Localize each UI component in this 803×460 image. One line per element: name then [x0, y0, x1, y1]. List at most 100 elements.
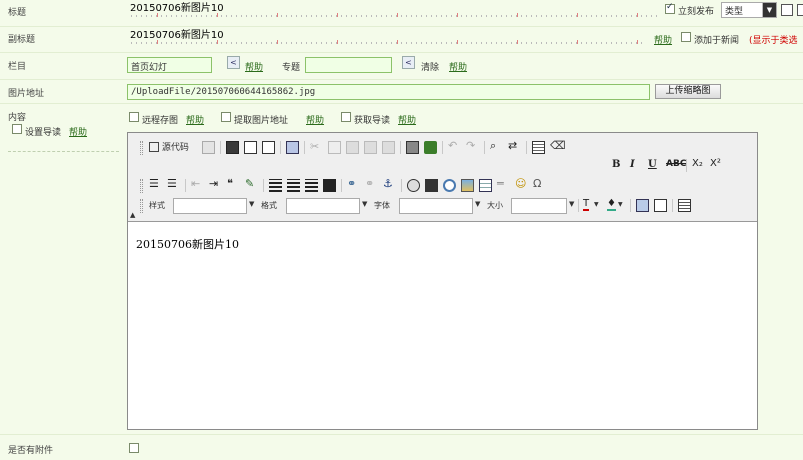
- smiley-icon[interactable]: ☺: [515, 177, 526, 190]
- column-row: 栏目 首页幻灯 < 帮助 专题 < 清除 帮助: [0, 53, 803, 80]
- div-container-icon[interactable]: ✎: [245, 177, 254, 190]
- toolbar-separator: [304, 141, 305, 154]
- column-help-link[interactable]: 帮助: [245, 60, 263, 73]
- templates-icon[interactable]: [286, 141, 299, 154]
- select-all-icon[interactable]: [532, 141, 545, 154]
- bold-icon[interactable]: B: [612, 159, 620, 170]
- strikethrough-icon[interactable]: ABC: [666, 159, 686, 169]
- attachment-checkbox[interactable]: [129, 443, 139, 453]
- bg-color-icon[interactable]: ♦: [607, 198, 616, 211]
- link-icon[interactable]: ⚭: [347, 177, 356, 190]
- media-icon[interactable]: [443, 179, 456, 192]
- remote-save-checkbox[interactable]: [129, 112, 139, 122]
- find-icon[interactable]: ⌕: [490, 139, 496, 153]
- type-select[interactable]: 类型 ▼: [721, 2, 777, 18]
- underline-icon[interactable]: U: [648, 159, 657, 170]
- set-intro-help-link[interactable]: 帮助: [69, 125, 87, 138]
- font-dropdown-icon[interactable]: ▼: [475, 200, 480, 208]
- size-select[interactable]: [511, 198, 567, 214]
- indent-icon[interactable]: ⇥: [209, 177, 218, 190]
- paste-icon[interactable]: [346, 141, 359, 154]
- subtitle-note: (显示于类选: [749, 36, 798, 46]
- style-dropdown-icon[interactable]: ▼: [249, 200, 254, 208]
- subtitle-input[interactable]: 20150706新图片10: [127, 29, 231, 45]
- eraser-icon[interactable]: ⌫: [550, 139, 566, 152]
- format-select[interactable]: [286, 198, 360, 214]
- source-code-label: 源代码: [161, 143, 189, 153]
- spellcheck-icon[interactable]: [424, 141, 437, 154]
- blockquote-icon[interactable]: ❝: [227, 177, 233, 190]
- special-field[interactable]: [305, 57, 392, 73]
- toolbar-separator: [401, 179, 402, 192]
- italic-icon[interactable]: I: [630, 159, 635, 170]
- column-field[interactable]: 首页幻灯: [127, 57, 212, 73]
- attachment-label: 是否有附件: [8, 446, 54, 456]
- text-color-icon[interactable]: T: [583, 198, 590, 211]
- horizontal-rule-icon[interactable]: ═: [497, 177, 504, 190]
- source-code-button[interactable]: 源代码: [149, 140, 189, 155]
- replace-icon[interactable]: ⇄: [508, 139, 517, 152]
- print-icon[interactable]: [406, 141, 419, 154]
- publish-now-label: 立刻发布: [678, 7, 715, 17]
- clear-link[interactable]: 清除: [421, 60, 439, 73]
- get-intro-checkbox[interactable]: [341, 112, 351, 122]
- column-select-button[interactable]: <: [227, 56, 240, 69]
- font-select[interactable]: [399, 198, 473, 214]
- editor-content-area[interactable]: 20150706新图片10: [128, 221, 757, 429]
- picture-icon[interactable]: [461, 179, 474, 192]
- toolbar-separator: [220, 141, 221, 154]
- preview-icon[interactable]: [202, 141, 215, 154]
- style-select[interactable]: [173, 198, 247, 214]
- subtitle-help-link[interactable]: 帮助: [654, 33, 672, 46]
- upload-thumbnail-button[interactable]: 上传缩略图: [655, 84, 721, 99]
- extract-image-checkbox[interactable]: [221, 112, 231, 122]
- title-input[interactable]: 20150706新图片10: [127, 2, 231, 18]
- remote-save-help-link[interactable]: 帮助: [186, 113, 204, 126]
- collapse-toolbar-icon[interactable]: ▲: [130, 211, 135, 219]
- new-doc-icon[interactable]: [244, 141, 257, 154]
- cut-icon[interactable]: ✂: [310, 140, 319, 153]
- get-intro-help-link[interactable]: 帮助: [398, 113, 416, 126]
- save-icon[interactable]: [226, 141, 239, 154]
- special-help-link[interactable]: 帮助: [449, 60, 467, 73]
- align-left-icon[interactable]: [269, 179, 282, 192]
- set-intro-checkbox[interactable]: [12, 124, 22, 134]
- font-label: 字体: [374, 201, 390, 210]
- size-dropdown-icon[interactable]: ▼: [569, 200, 574, 208]
- outdent-icon[interactable]: ⇤: [191, 177, 200, 190]
- image-icon[interactable]: [407, 179, 420, 192]
- image-label: 图片地址: [8, 89, 45, 99]
- paste-word-icon[interactable]: [382, 141, 395, 154]
- bg-color-dropdown-icon[interactable]: ▼: [618, 201, 623, 208]
- show-blocks-icon[interactable]: [654, 199, 667, 212]
- redo-icon[interactable]: ↷: [466, 139, 475, 152]
- image-url-field[interactable]: /UploadFile/201507060644165862.jpg: [127, 84, 650, 100]
- subscript-icon[interactable]: X₂: [692, 158, 703, 169]
- undo-icon[interactable]: ↶: [448, 139, 457, 152]
- extract-image-help-link[interactable]: 帮助: [306, 113, 324, 126]
- align-right-icon[interactable]: [305, 179, 318, 192]
- unordered-list-icon[interactable]: ☰: [167, 177, 177, 190]
- table-icon[interactable]: [479, 179, 492, 192]
- align-center-icon[interactable]: [287, 179, 300, 192]
- window-icon[interactable]: [781, 4, 793, 16]
- special-char-icon[interactable]: Ω: [533, 177, 541, 190]
- print-preview-icon[interactable]: [262, 141, 275, 154]
- text-color-dropdown-icon[interactable]: ▼: [594, 201, 599, 208]
- anchor-icon[interactable]: ⚓: [383, 177, 393, 190]
- paste-text-icon[interactable]: [364, 141, 377, 154]
- maximize-icon[interactable]: [636, 199, 649, 212]
- add-news-checkbox[interactable]: [681, 32, 691, 42]
- publish-now-checkbox[interactable]: [665, 2, 675, 14]
- editor-toolbar-1: 源代码 ✂ ↶ ↷ ⌕ ⇄ ⌫: [140, 139, 755, 157]
- align-justify-icon[interactable]: [323, 179, 336, 192]
- page-break-icon[interactable]: [678, 199, 691, 212]
- special-select-button[interactable]: <: [402, 56, 415, 69]
- format-dropdown-icon[interactable]: ▼: [362, 200, 367, 208]
- flash-icon[interactable]: [425, 179, 438, 192]
- superscript-icon[interactable]: X²: [710, 158, 721, 169]
- ordered-list-icon[interactable]: ☰: [149, 177, 159, 190]
- window-icon-2[interactable]: [797, 4, 803, 16]
- copy-icon[interactable]: [328, 141, 341, 154]
- unlink-icon[interactable]: ⚭: [365, 177, 374, 190]
